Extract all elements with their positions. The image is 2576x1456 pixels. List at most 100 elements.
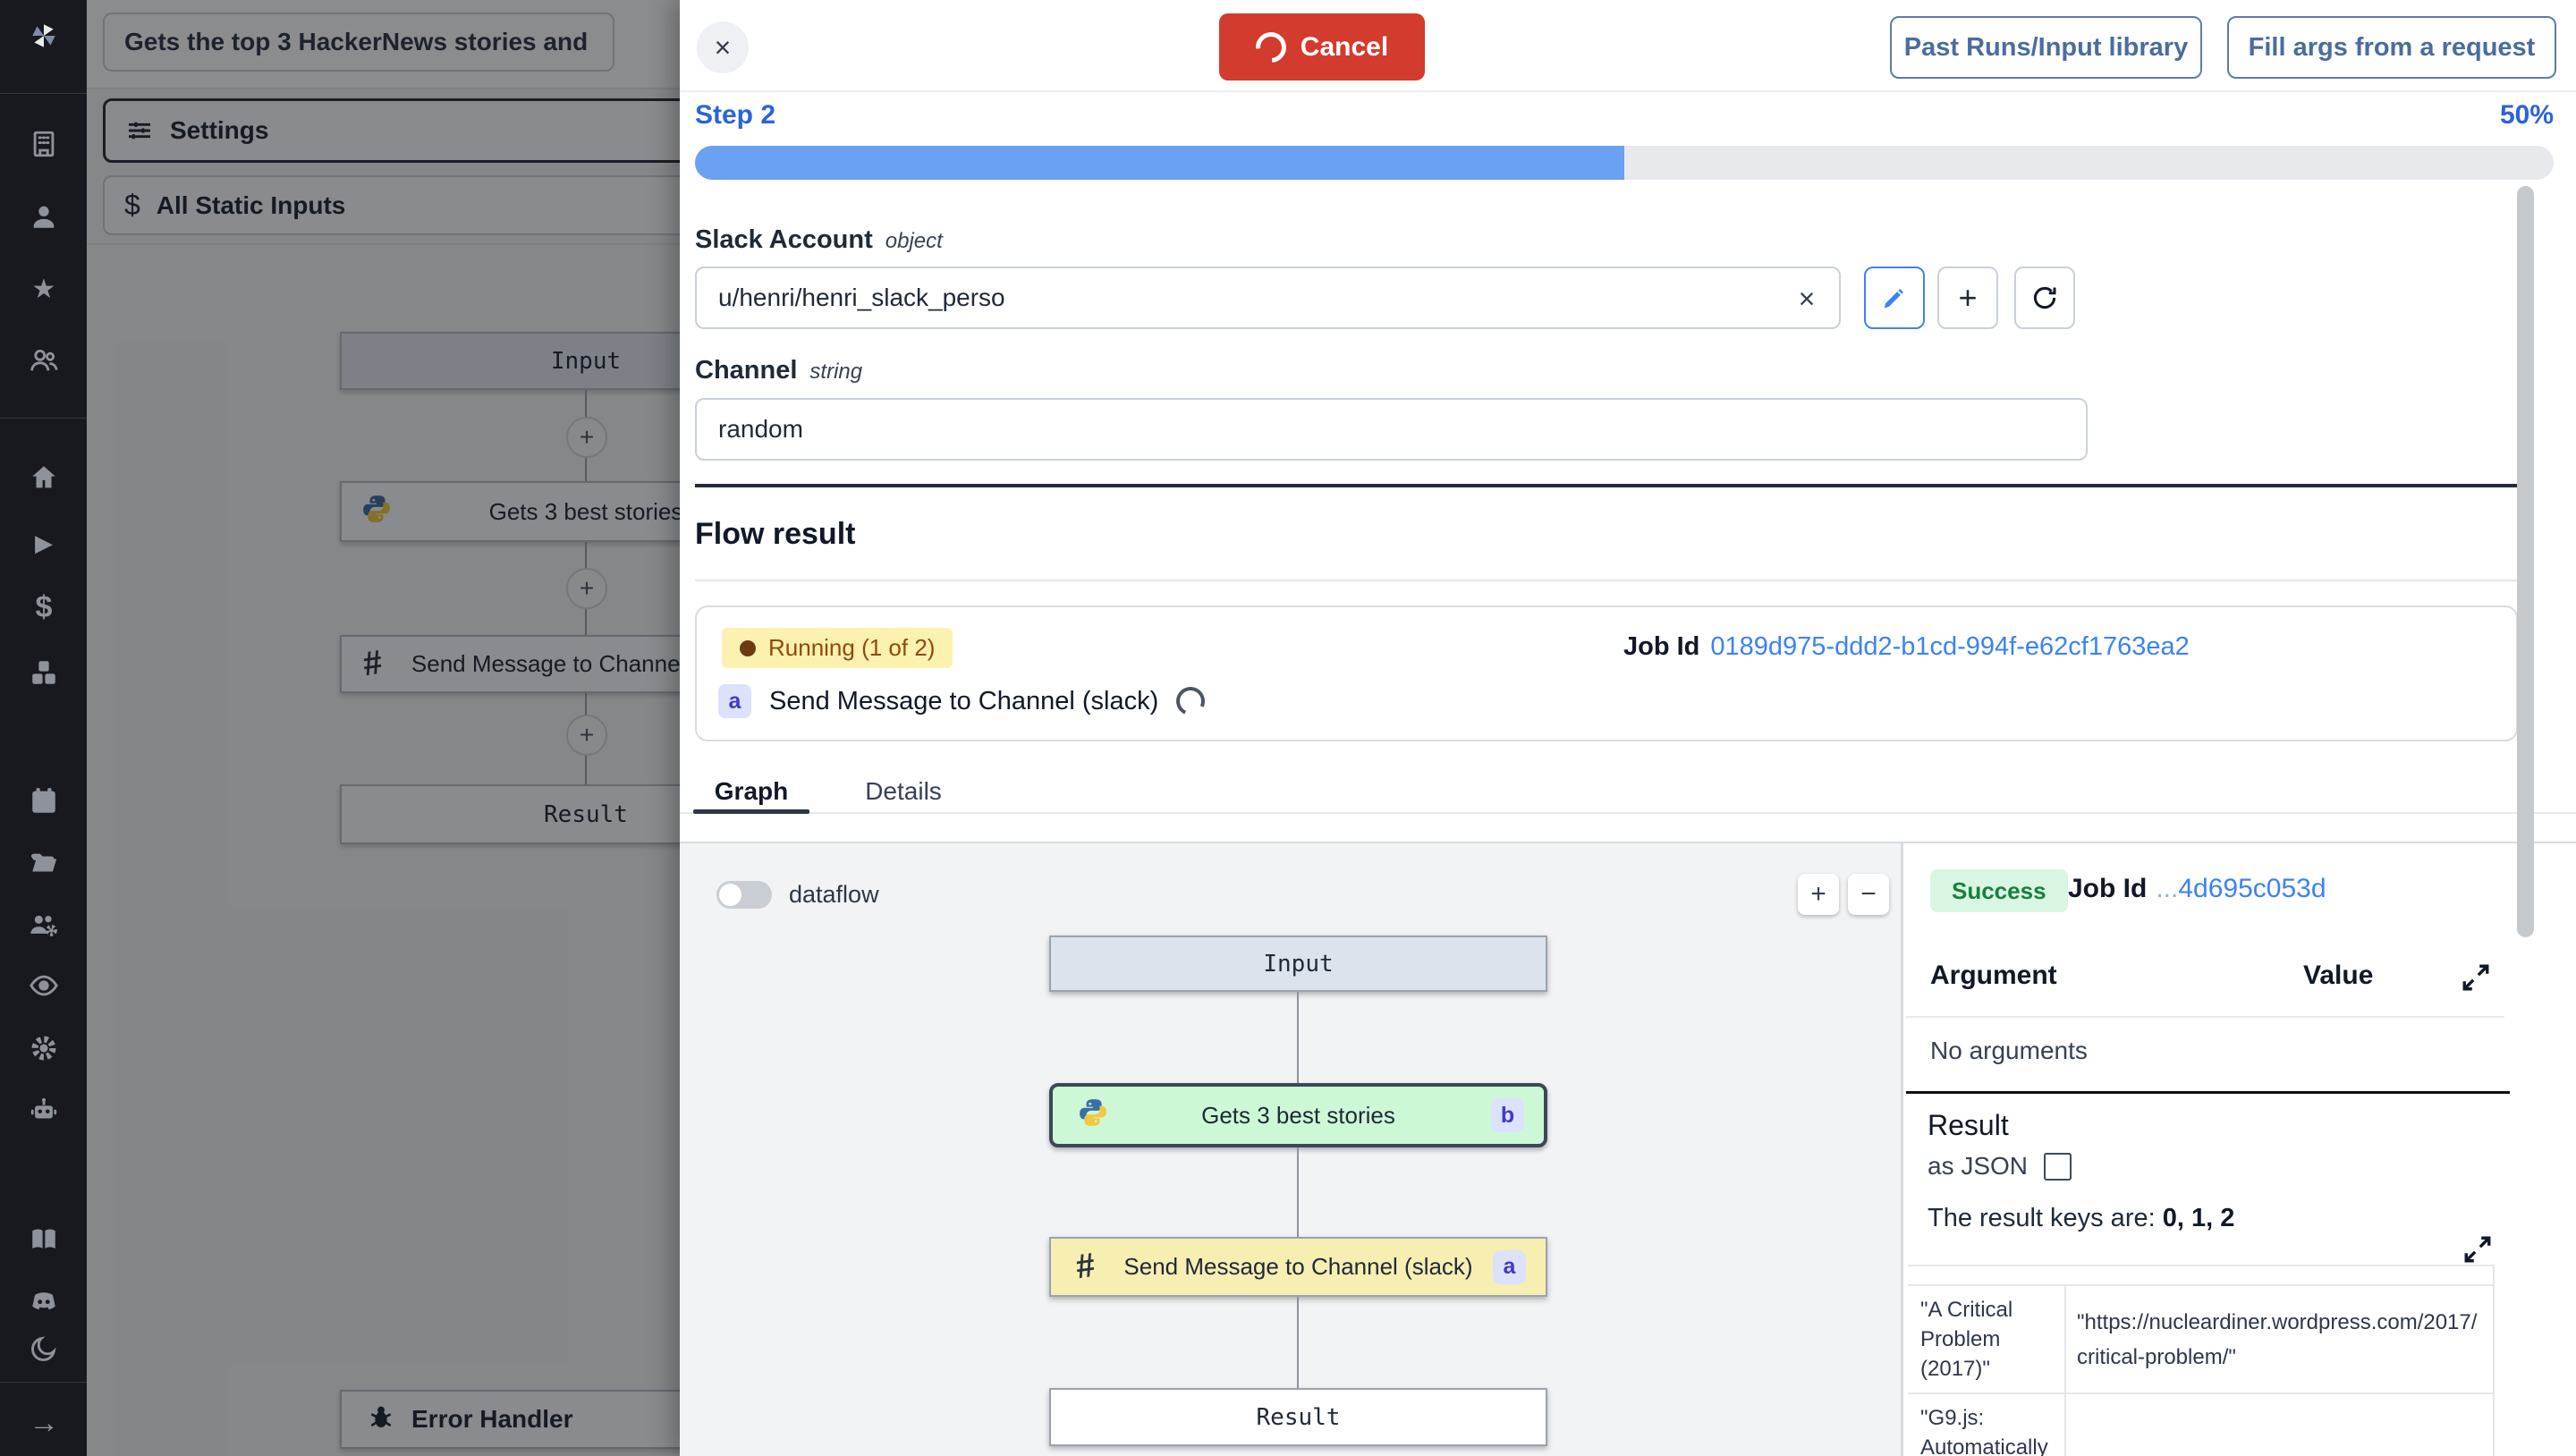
tab-details[interactable]: Details <box>850 771 957 812</box>
current-step-label: Send Message to Channel (slack) <box>769 687 1158 716</box>
expand-sidebar-arrow-icon[interactable]: → <box>28 1407 60 1439</box>
graph-node-python-step[interactable]: Gets 3 best stories b <box>1049 1083 1547 1147</box>
table-row: "A Critical Problem (2017)" "https://nuc… <box>1908 1286 2493 1394</box>
tab-graph[interactable]: Graph <box>707 771 796 812</box>
current-step-row: a Send Message to Channel (slack) <box>718 684 1205 718</box>
user-icon[interactable] <box>28 200 60 233</box>
scrollbar[interactable] <box>2517 186 2534 937</box>
slack-hash-icon: # <box>1076 1248 1095 1286</box>
divider <box>1906 1016 2504 1018</box>
as-json-row: as JSON <box>1928 1152 2072 1181</box>
dataflow-toggle[interactable] <box>716 881 772 909</box>
argument-column-header: Argument <box>1930 961 2057 991</box>
step-id-badge: a <box>718 684 751 718</box>
progress-bar-fill <box>695 146 1624 180</box>
variables-dollar-icon[interactable]: $ <box>28 591 60 623</box>
past-runs-button[interactable]: Past Runs/Input library <box>1890 16 2202 79</box>
field-label-channel: Channelstring <box>695 356 862 385</box>
spinner-icon <box>1250 26 1292 69</box>
flow-graph-panel: dataflow + − Input Gets 3 best stories b… <box>680 843 1903 1456</box>
job-id-line: Job Id...4d695c053d <box>2068 874 2326 904</box>
cancel-button[interactable]: Cancel <box>1219 13 1425 80</box>
audit-eye-icon[interactable] <box>28 969 60 1002</box>
zoom-in-button[interactable]: + <box>1798 874 1839 915</box>
panel-resize-divider[interactable] <box>1906 1091 2510 1094</box>
admins-users-gear-icon[interactable] <box>28 909 60 941</box>
sidebar: ★ ▶ $ <box>0 0 87 1456</box>
job-id-label: Job Id <box>2068 874 2147 903</box>
resources-boxes-icon[interactable] <box>28 656 60 689</box>
sidebar-divider <box>0 93 87 94</box>
job-detail-panel: Success Job Id...4d695c053d Argument Val… <box>1906 843 2576 1456</box>
expand-icon[interactable] <box>2462 1234 2493 1265</box>
job-id-link[interactable]: 4d695c053d <box>2178 874 2326 903</box>
windmill-logo-icon[interactable] <box>28 20 60 52</box>
progress-bar <box>695 146 2554 180</box>
sidebar-divider <box>0 418 87 419</box>
discord-icon[interactable] <box>28 1285 60 1317</box>
channel-input[interactable] <box>695 398 2088 461</box>
add-resource-button[interactable]: + <box>1937 267 1998 329</box>
result-table: "A Critical Problem (2017)" "https://nuc… <box>1908 1265 2495 1456</box>
fill-args-button[interactable]: Fill args from a request <box>2227 16 2556 79</box>
connector <box>1297 1297 1299 1388</box>
runs-play-icon[interactable]: ▶ <box>28 527 60 559</box>
folders-icon[interactable] <box>28 848 60 880</box>
job-id-ellipsis: ... <box>2156 874 2178 903</box>
value-column-header: Value <box>2303 961 2373 991</box>
clear-icon[interactable]: × <box>1787 279 1826 318</box>
graph-node-slack-step[interactable]: # Send Message to Channel (slack) a <box>1049 1237 1547 1297</box>
drawer-header: × Cancel Past Runs/Input library Fill ar… <box>680 0 2576 92</box>
status-dot-icon <box>740 640 756 656</box>
field-type: string <box>809 360 862 384</box>
slack-account-input[interactable] <box>695 267 1841 329</box>
spinner-icon <box>1173 682 1209 719</box>
result-title: Result <box>1928 1109 2009 1142</box>
graph-node-input[interactable]: Input <box>1049 935 1547 992</box>
close-icon[interactable]: × <box>697 21 749 73</box>
settings-gear-icon[interactable] <box>28 1032 60 1064</box>
schedules-calendar-icon[interactable] <box>28 785 60 817</box>
flow-status-card: Running (1 of 2) Job Id0189d975-ddd2-b1c… <box>695 605 2518 741</box>
running-status-badge: Running (1 of 2) <box>722 628 953 668</box>
graph-section: dataflow + − Input Gets 3 best stories b… <box>680 842 2576 1456</box>
step-id-badge: b <box>1491 1098 1524 1132</box>
groups-icon[interactable] <box>28 344 60 377</box>
step-label: Step 2 <box>695 100 775 131</box>
dataflow-label: dataflow <box>789 881 879 909</box>
expand-icon[interactable] <box>2461 962 2491 993</box>
section-resize-divider[interactable] <box>695 484 2518 487</box>
tabs-border <box>680 812 2576 814</box>
zoom-out-button[interactable]: − <box>1848 874 1889 915</box>
connector <box>1297 992 1299 1083</box>
favorites-star-icon[interactable]: ★ <box>28 274 60 306</box>
toggle-knob <box>719 884 741 906</box>
pencil-icon <box>1881 284 1908 311</box>
active-tab-underline <box>693 809 809 814</box>
result-key-cell: "G9.js: Automatically <box>1908 1394 2066 1456</box>
result-key-cell: "A Critical Problem (2017)" <box>1908 1286 2066 1393</box>
progress-percent: 50% <box>2500 100 2554 131</box>
graph-node-result[interactable]: Result <box>1049 1388 1547 1446</box>
field-type: object <box>886 229 943 253</box>
field-label-slack-account: Slack Accountobject <box>695 225 943 255</box>
success-status-badge: Success <box>1930 869 2068 912</box>
ai-robot-icon[interactable] <box>28 1095 60 1127</box>
connector <box>1297 1147 1299 1237</box>
workspace-icon[interactable] <box>28 128 60 160</box>
result-value-cell: "http://omrelli.ug/g9/gallery/" <box>2066 1394 2493 1456</box>
result-keys: 0, 1, 2 <box>2163 1204 2235 1232</box>
home-icon[interactable] <box>28 461 60 494</box>
as-json-checkbox[interactable] <box>2044 1153 2072 1181</box>
step-id-badge: a <box>1493 1250 1526 1284</box>
dark-mode-moon-icon[interactable] <box>28 1333 60 1365</box>
docs-book-icon[interactable] <box>28 1223 60 1256</box>
result-value-cell: "https://nucleardiner.wordpress.com/2017… <box>2066 1286 2493 1393</box>
table-row: "G9.js: Automatically "http://omrelli.ug… <box>1908 1394 2493 1456</box>
result-table-header <box>1908 1266 2493 1286</box>
refresh-icon[interactable] <box>2014 267 2075 329</box>
python-icon <box>1078 1097 1108 1134</box>
flow-run-drawer: × Cancel Past Runs/Input library Fill ar… <box>680 0 2576 1456</box>
job-id-link[interactable]: 0189d975-ddd2-b1cd-994f-e62cf1763ea2 <box>1710 632 2189 661</box>
edit-pencil-button[interactable] <box>1864 267 1925 329</box>
